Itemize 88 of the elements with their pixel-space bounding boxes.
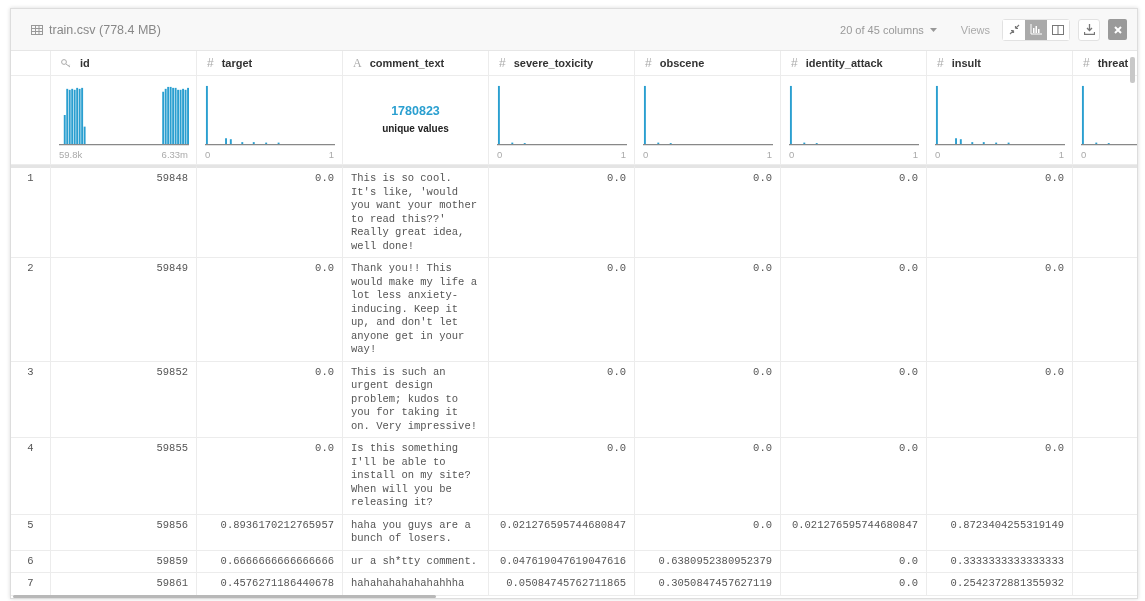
table-cell: 0.6380952380952379 (635, 550, 781, 573)
table-cell: 59849 (51, 258, 197, 362)
table-cell: 0.05084745762711865 (489, 573, 635, 596)
axis-min-label: 0 (789, 149, 795, 160)
axis-max-label: 1 (912, 149, 918, 160)
axis-min-label: 0 (205, 149, 211, 160)
collapse-icon (1008, 24, 1020, 35)
file-title: train.csv (778.4 MB) (49, 22, 161, 37)
table-cell: 59856 (51, 514, 197, 551)
table-cell: 0.8723404255319149 (927, 514, 1073, 551)
table-cell: Thank you!! This would make my life a lot less anxiety-inducing. Keep it up, and don't let anyone get in your way! (343, 258, 489, 362)
column-header[interactable]: A comment_text (343, 51, 489, 76)
table-cell: 0.0 (781, 573, 927, 596)
table-cell: 0.0 (489, 361, 635, 438)
caret-icon (929, 27, 937, 32)
table-cell: 0.021276595744680847 (781, 514, 927, 551)
download-button[interactable] (1078, 18, 1100, 41)
table-cell: This is so cool. It's like, 'would you want your mother to read this??' Really great idea, well done! (343, 165, 489, 258)
table-cell: 0.0 (781, 438, 927, 515)
close-button[interactable] (1108, 19, 1127, 40)
table-cell: 0.0 (197, 258, 343, 362)
row-number: 6 (11, 550, 51, 573)
table-cell: 0.0 (489, 165, 635, 258)
axis-max-label: 1 (1058, 149, 1064, 160)
columns-icon (1052, 24, 1064, 35)
table-cell: 0.0 (197, 165, 343, 258)
table-cell: 0.0 (927, 361, 1073, 438)
table-cell: 0.0 (489, 258, 635, 362)
horizontal-scrollbar[interactable] (13, 595, 436, 598)
table-cell: Is this something I'll be able to install on my site? When will you be releasing it? (343, 438, 489, 515)
table-cell: 59859 (51, 550, 197, 573)
table-cell: 0.047619047619047616 (489, 550, 635, 573)
table-cell: 0.0 (927, 165, 1073, 258)
views-label: Views (960, 23, 990, 36)
column-header[interactable]: # severe_toxicity (489, 51, 635, 76)
unique-label: unique values (382, 123, 449, 134)
axis-min-label: 0 (643, 149, 649, 160)
column-header[interactable]: id (51, 51, 197, 76)
vertical-scrollbar[interactable] (1130, 57, 1135, 83)
row-number: 3 (11, 361, 51, 438)
row-number: 2 (11, 258, 51, 362)
table-cell: 59848 (51, 165, 197, 258)
table-cell: 0.0 (781, 361, 927, 438)
table-cell: 0.3333333333333333 (927, 550, 1073, 573)
table-icon (31, 24, 43, 35)
row-number: 5 (11, 514, 51, 551)
table-cell: 59852 (51, 361, 197, 438)
table-cell: 0.0 (781, 165, 927, 258)
row-number: 1 (11, 165, 51, 258)
unique-count: 1780823 (391, 104, 440, 118)
view-toggle[interactable] (1025, 19, 1047, 40)
column-header[interactable]: # target (197, 51, 343, 76)
axis-max-label: 6.33m (161, 149, 188, 160)
table-cell: 0.0 (489, 438, 635, 515)
table-cell: 0.2542372881355932 (927, 573, 1073, 596)
axis-max-label: 1 (766, 149, 772, 160)
axis-min-label: 0 (935, 149, 941, 160)
table-cell: haha you guys are a bunch of losers. (343, 514, 489, 551)
table-cell: This is such an urgent design problem; kudos to you for taking it on. Very impressive! (343, 361, 489, 438)
axis-min-label: 0 (1081, 149, 1087, 160)
table-cell: 0.0 (927, 258, 1073, 362)
axis-max-label: 1 (328, 149, 334, 160)
table-cell: 0.0 (197, 361, 343, 438)
table-cell: 0.0 (927, 438, 1073, 515)
table-cell: 0.0 (635, 165, 781, 258)
table-cell: 0.0 (635, 514, 781, 551)
axis-max-label: 1 (620, 149, 626, 160)
table-cell: 0.021276595744680847 (489, 514, 635, 551)
column-header[interactable]: # obscene (635, 51, 781, 76)
table-cell: 0.8936170212765957 (197, 514, 343, 551)
table-cell: 0.0 (635, 258, 781, 362)
axis-min-label: 0 (497, 149, 503, 160)
close-icon (1113, 25, 1122, 34)
table-cell: 0.0 (635, 438, 781, 515)
table-cell: 0.0 (635, 361, 781, 438)
column-header[interactable]: # insult (927, 51, 1073, 76)
table-cell: 0.0 (781, 258, 927, 362)
histogram-icon (1030, 24, 1042, 35)
column-header[interactable]: # identity_attack (781, 51, 927, 76)
table-cell: 0.0 (197, 438, 343, 515)
table-cell: ur a sh*tty comment. (343, 550, 489, 573)
table-cell: 0.6666666666666666 (197, 550, 343, 573)
table-cell: 59855 (51, 438, 197, 515)
table-cell: 0.3050847457627119 (635, 573, 781, 596)
table-cell: 0.0 (781, 550, 927, 573)
download-icon (1083, 24, 1095, 35)
axis-min-label: 59.8k (59, 149, 83, 160)
row-number: 4 (11, 438, 51, 515)
